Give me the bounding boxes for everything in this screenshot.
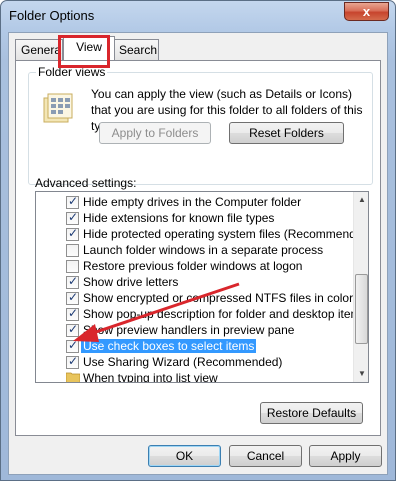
advanced-settings-list[interactable]: Hide empty drives in the Computer folder… (35, 191, 369, 383)
list-item-label: Show drive letters (83, 275, 179, 289)
list-item-label: When typing into list view (83, 371, 218, 383)
checkbox[interactable] (66, 274, 79, 289)
apply-button[interactable]: Apply (309, 445, 382, 467)
list-item-label: Hide extensions for known file types (83, 211, 275, 225)
folder-icon (66, 372, 80, 382)
tab-general[interactable]: Genera (15, 39, 63, 60)
list-item-label: Use Sharing Wizard (Recommended) (83, 355, 283, 369)
apply-to-folders-button[interactable]: Apply to Folders (99, 122, 211, 144)
list-item-label: Launch folder windows in a separate proc… (83, 243, 324, 257)
checkbox[interactable] (66, 260, 79, 273)
checkbox[interactable] (66, 226, 79, 241)
tab-search[interactable]: Search (113, 39, 159, 60)
reset-folders-button[interactable]: Reset Folders (229, 122, 344, 144)
advanced-settings-label: Advanced settings: (35, 176, 137, 190)
list-item-selected[interactable]: Use check boxes to select items (36, 338, 354, 354)
list-item-label: Hide empty drives in the Computer folder (83, 195, 302, 209)
checkbox[interactable] (66, 354, 79, 369)
title-bar[interactable]: Folder Options x (1, 1, 395, 31)
list-item[interactable]: Show pop-up description for folder and d… (36, 306, 367, 322)
list-item[interactable]: Launch folder windows in a separate proc… (36, 242, 354, 258)
checkbox[interactable] (66, 290, 79, 305)
restore-defaults-button[interactable]: Restore Defaults (260, 402, 363, 424)
list-item-label: Show pop-up description for folder and d… (83, 307, 367, 321)
ok-button[interactable]: OK (148, 445, 221, 467)
list-item-label: Hide protected operating system files (R… (83, 227, 369, 241)
checkbox[interactable] (66, 194, 79, 209)
checkbox[interactable] (66, 210, 79, 225)
folder-options-window: Folder Options x Genera Search View Fold… (0, 0, 396, 481)
list-item-label: Show encrypted or compressed NTFS files … (83, 291, 354, 305)
list-item-label: Restore previous folder windows at logon (83, 259, 303, 273)
window-title: Folder Options (9, 8, 95, 23)
list-item[interactable]: Restore previous folder windows at logon (36, 258, 354, 274)
dialog-client-area: Genera Search View Folder views You can … (8, 32, 388, 475)
checkbox[interactable] (66, 322, 79, 337)
list-item-label: Show preview handlers in preview pane (83, 323, 295, 337)
scroll-down-arrow-icon[interactable]: ▼ (354, 366, 368, 382)
folder-views-group: Folder views You can apply the view (suc… (28, 65, 373, 185)
list-item[interactable]: Hide extensions for known file types (36, 210, 354, 226)
list-item[interactable]: Show drive letters (36, 274, 354, 290)
folder-views-label: Folder views (36, 65, 108, 79)
checkbox[interactable] (66, 244, 79, 257)
list-item[interactable]: When typing into list view (36, 370, 354, 383)
vertical-scrollbar[interactable]: ▲ ▼ (353, 192, 368, 382)
list-item[interactable]: Show preview handlers in preview pane (36, 322, 354, 338)
scroll-up-arrow-icon[interactable]: ▲ (354, 192, 368, 208)
checkbox[interactable] (66, 306, 79, 321)
tab-view[interactable]: View (63, 36, 115, 60)
list-item[interactable]: Hide empty drives in the Computer folder (36, 194, 354, 210)
scroll-thumb[interactable] (355, 274, 368, 344)
checkbox[interactable] (66, 338, 79, 353)
list-item[interactable]: Hide protected operating system files (R… (36, 226, 368, 242)
list-item[interactable]: Show encrypted or compressed NTFS files … (36, 290, 354, 306)
list-item-label: Use check boxes to select items (81, 339, 257, 353)
folder-view-icon (43, 93, 73, 123)
close-button[interactable]: x (344, 2, 389, 21)
list-item[interactable]: Use Sharing Wizard (Recommended) (36, 354, 354, 370)
cancel-button[interactable]: Cancel (229, 445, 302, 467)
